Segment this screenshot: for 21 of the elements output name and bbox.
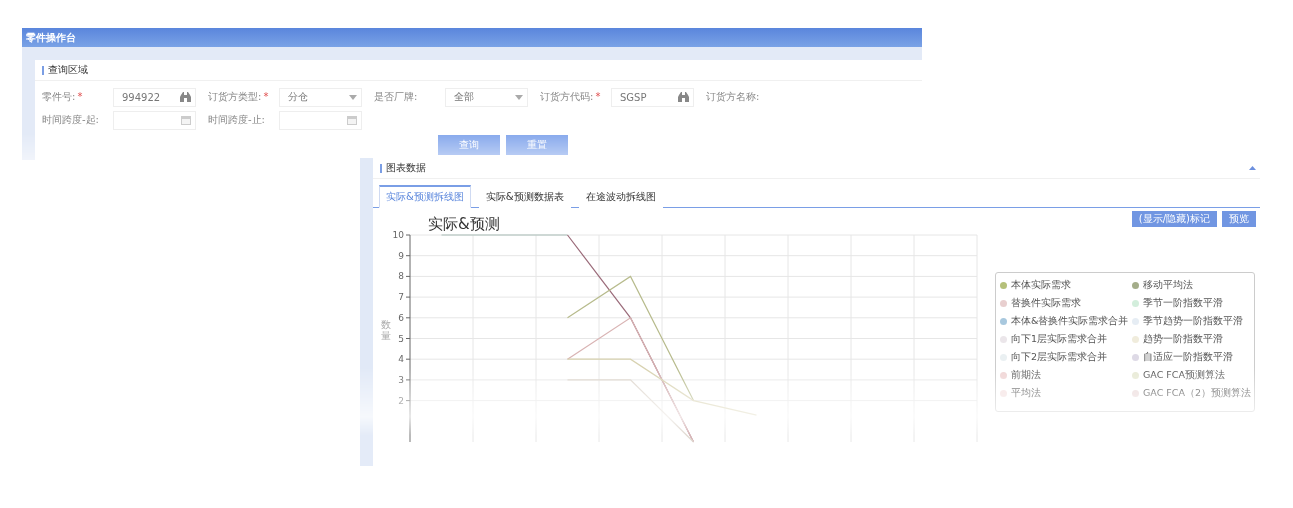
tick-label: 5: [398, 333, 404, 344]
axis-title: 数量: [381, 319, 391, 341]
tick-label: 4: [398, 354, 404, 365]
tick-label: 9: [398, 250, 404, 261]
tick-label: 6: [398, 312, 404, 323]
field-label: 零件号: *: [42, 90, 84, 104]
field-label: 订货方代码: *: [540, 90, 602, 104]
chart-title: 实际&预测: [428, 215, 500, 233]
panel-title: 图表数据: [386, 161, 426, 175]
field-label: 是否厂牌:: [374, 90, 419, 104]
page-title: 零件操作台: [26, 30, 76, 45]
field-label: 时间跨度-止:: [208, 113, 266, 127]
tick-label: 10: [392, 230, 404, 240]
tick-label: 3: [398, 374, 404, 385]
field-label: 订货方类型: *: [208, 90, 270, 104]
field-label: 订货方名称:: [706, 90, 761, 104]
field-label: 时间跨度-起:: [42, 113, 100, 127]
tick-label: 8: [398, 271, 404, 282]
section-title: 查询区域: [48, 63, 88, 77]
tick-label: 2: [398, 395, 404, 406]
tick-label: 7: [398, 292, 404, 303]
